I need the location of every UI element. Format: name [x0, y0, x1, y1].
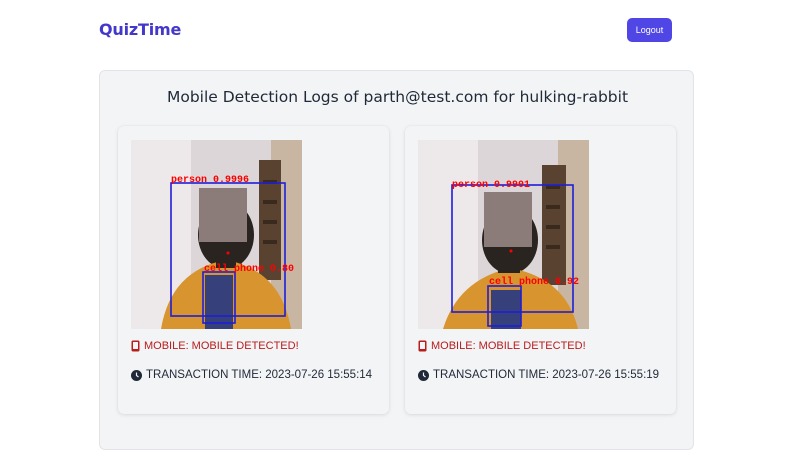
time-text: TRANSACTION TIME: 2023-07-26 15:55:19	[433, 369, 660, 381]
phone-detection-label: cell phone 0.92	[489, 276, 579, 288]
detection-logs-panel: Mobile Detection Logs of parth@test.com …	[99, 70, 694, 450]
logout-button[interactable]: Logout	[627, 18, 672, 42]
brand-logo[interactable]: QuizTime	[99, 20, 181, 39]
detection-snapshot: person 0.9996 cell phone 0.80	[131, 140, 302, 329]
detection-status: MOBILE: MOBILE DETECTED!	[131, 340, 299, 352]
transaction-time: TRANSACTION TIME: 2023-07-26 15:55:14	[131, 369, 372, 381]
person-detection-label: person 0.9996	[171, 175, 249, 186]
navbar: QuizTime Logout	[0, 0, 789, 62]
phone-detection-label: cell phone 0.80	[204, 263, 294, 275]
clock-icon	[418, 369, 429, 381]
detection-snapshot: person 0.9901 cell phone 0.92	[418, 140, 589, 329]
mobile-phone-icon	[418, 340, 427, 352]
log-card: person 0.9996 cell phone 0.80 MOBILE: MO…	[118, 126, 389, 414]
person-detection-label: person 0.9901	[452, 180, 530, 191]
time-text: TRANSACTION TIME: 2023-07-26 15:55:14	[146, 369, 373, 381]
detection-status: MOBILE: MOBILE DETECTED!	[418, 340, 586, 352]
status-text: MOBILE: MOBILE DETECTED!	[144, 340, 299, 352]
clock-icon	[131, 369, 142, 381]
transaction-time: TRANSACTION TIME: 2023-07-26 15:55:19	[418, 369, 659, 381]
page-title: Mobile Detection Logs of parth@test.com …	[166, 88, 629, 106]
log-card: person 0.9901 cell phone 0.92 MOBILE: MO…	[405, 126, 676, 414]
mobile-phone-icon	[131, 340, 140, 352]
status-text: MOBILE: MOBILE DETECTED!	[431, 340, 586, 352]
